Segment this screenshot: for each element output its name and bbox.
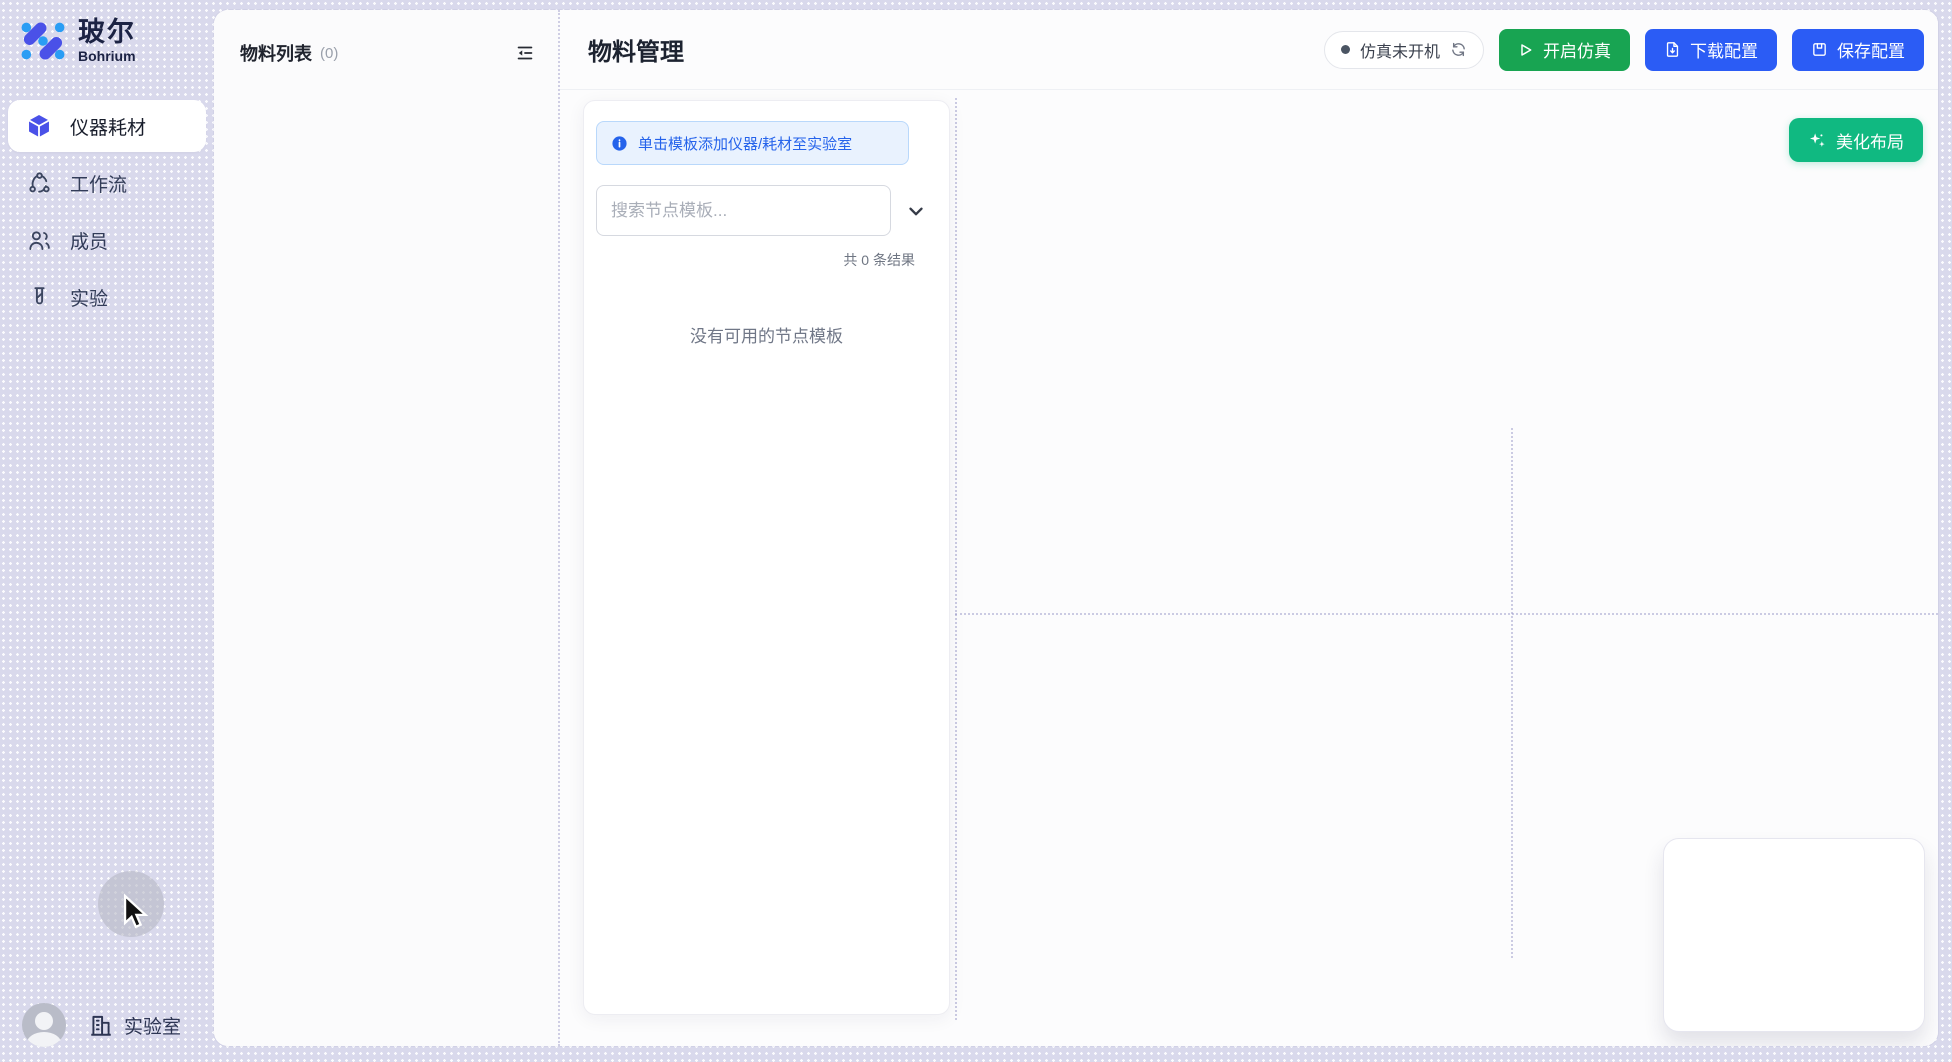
brand-name-cn: 玻尔 — [78, 18, 136, 46]
sim-status-text: 仿真未开机 — [1360, 38, 1440, 62]
flow-canvas[interactable]: 单击模板添加仪器/耗材至实验室 共 0 条结果 没有可用的节点模板 — [560, 90, 1938, 1046]
sidebar-item-label: 工作流 — [70, 170, 127, 197]
empty-template-text: 没有可用的节点模板 — [596, 322, 937, 347]
mouse-cursor — [118, 893, 152, 933]
chevron-down-icon[interactable] — [905, 200, 927, 222]
sim-status-pill: 仿真未开机 — [1324, 31, 1484, 69]
info-icon — [611, 135, 628, 152]
materials-panel: 物料列表 (0) — [214, 10, 560, 1046]
guide-line-horizontal — [955, 613, 1938, 615]
sidebar-item-instruments[interactable]: 仪器耗材 — [8, 100, 206, 152]
node-template-panel: 单击模板添加仪器/耗材至实验室 共 0 条结果 没有可用的节点模板 — [583, 100, 950, 1015]
brand-logo: 玻尔 Bohrium — [0, 0, 214, 66]
main-shell: 物料列表 (0) 物料管理 仿真未开机 — [214, 10, 1938, 1046]
page-header: 物料管理 仿真未开机 开启仿真 — [560, 10, 1938, 90]
test-tube-icon — [26, 284, 52, 310]
sidebar-menu: 仪器耗材 工作流 成员 — [0, 100, 214, 323]
sidebar-footer: 实验室 — [0, 988, 214, 1062]
sidebar-item-members[interactable]: 成员 — [8, 214, 206, 266]
lab-entry[interactable]: 实验室 — [88, 1012, 181, 1039]
minimap[interactable] — [1663, 838, 1925, 1032]
page-title: 物料管理 — [588, 32, 684, 67]
sidebar-item-label: 实验 — [70, 284, 108, 311]
guide-line-vertical — [1511, 428, 1513, 958]
results-count: 共 0 条结果 — [596, 250, 915, 270]
sidebar-item-experiments[interactable]: 实验 — [8, 271, 206, 323]
tip-banner: 单击模板添加仪器/耗材至实验室 — [596, 121, 909, 165]
download-config-button[interactable]: 下载配置 — [1645, 29, 1777, 71]
brand-name-en: Bohrium — [78, 49, 136, 64]
status-dot-icon — [1341, 45, 1350, 54]
guide-line-vertical — [955, 98, 957, 1020]
user-avatar[interactable] — [22, 1003, 66, 1047]
sidebar: 玻尔 Bohrium 仪器耗材 — [0, 0, 214, 1062]
sidebar-item-label: 仪器耗材 — [70, 113, 146, 140]
tip-banner-text: 单击模板添加仪器/耗材至实验室 — [638, 133, 852, 154]
sidebar-item-workflow[interactable]: 工作流 — [8, 157, 206, 209]
materials-panel-title: 物料列表 — [240, 40, 312, 66]
sidebar-item-label: 成员 — [70, 227, 108, 254]
bohrium-logo-icon — [18, 16, 68, 66]
collapse-panel-icon[interactable] — [514, 42, 536, 64]
building-icon — [88, 1012, 114, 1038]
materials-count: (0) — [320, 45, 338, 62]
lab-entry-label: 实验室 — [124, 1012, 181, 1039]
search-template-input[interactable] — [596, 185, 891, 236]
save-config-button[interactable]: 保存配置 — [1792, 29, 1924, 71]
workflow-icon — [26, 170, 52, 196]
file-download-icon — [1664, 41, 1681, 58]
save-icon — [1811, 41, 1828, 58]
refresh-icon[interactable] — [1450, 41, 1467, 58]
sparkles-icon — [1808, 131, 1827, 150]
beautify-layout-button[interactable]: 美化布局 — [1789, 118, 1923, 162]
start-simulation-button[interactable]: 开启仿真 — [1499, 29, 1630, 71]
cube-icon — [26, 113, 52, 139]
play-icon — [1518, 42, 1534, 58]
members-icon — [26, 227, 52, 253]
main-column: 物料管理 仿真未开机 开启仿真 — [560, 10, 1938, 1046]
